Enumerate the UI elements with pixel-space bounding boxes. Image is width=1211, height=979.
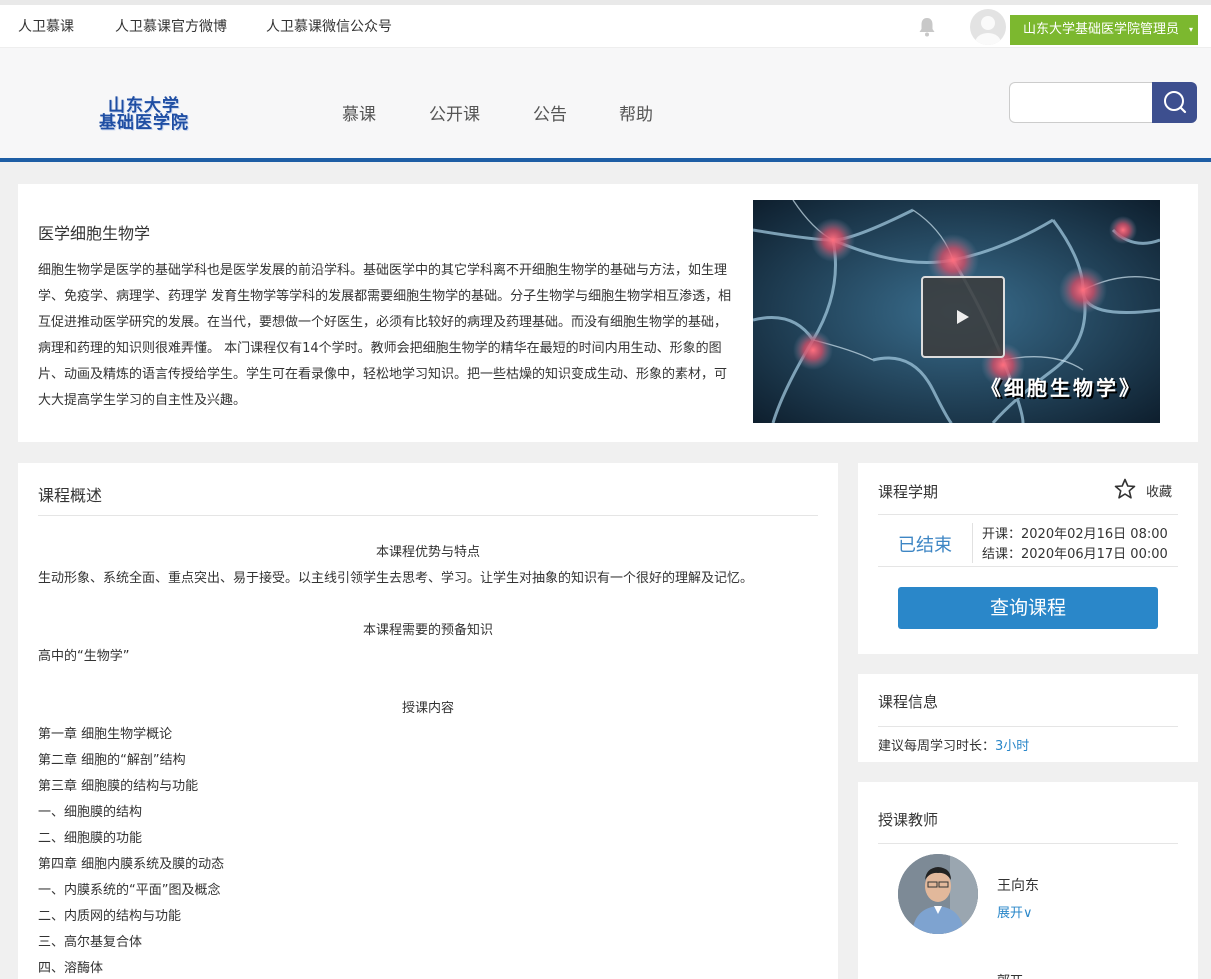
chapter-item: 第三章 细胞膜的结构与功能	[38, 779, 199, 794]
teachers-divider	[878, 843, 1178, 844]
teacher-name: 王向东	[997, 878, 1039, 894]
search-icon	[1164, 91, 1187, 114]
link-renwei-mooc[interactable]: 人卫慕课	[18, 16, 74, 36]
chapter-item: 第一章 细胞生物学概论	[38, 727, 173, 742]
info-divider	[878, 726, 1178, 727]
chapter-item: 一、内膜系统的“平面”图及概念	[38, 883, 221, 898]
link-wechat-account[interactable]: 人卫慕课微信公众号	[266, 16, 392, 36]
course-term-panel: 课程学期 收藏 已结束 开课：2020年02月16日 08:00 结课：2020…	[858, 463, 1198, 654]
teachers-panel: 授课教师 王向东 展开∨ 郭兀	[858, 782, 1198, 979]
term-divider-bottom	[878, 566, 1178, 567]
user-menu-button[interactable]: 山东大学基础医学院管理员 ▾	[1010, 15, 1198, 45]
weekly-study-time: 建议每周学习时长：3小时	[878, 735, 1029, 754]
teachers-title: 授课教师	[878, 811, 939, 829]
teacher-avatar[interactable]	[898, 854, 978, 934]
star-icon	[1114, 478, 1136, 499]
favorite-button[interactable]: 收藏	[1114, 478, 1172, 500]
term-end-time: 结课：2020年06月17日 00:00	[982, 547, 1168, 562]
teacher-expand-link[interactable]: 展开∨	[997, 902, 1033, 921]
caret-down-icon: ▾	[1188, 25, 1193, 34]
chapter-item: 二、内质网的结构与功能	[38, 909, 182, 924]
play-button[interactable]	[921, 276, 1005, 358]
video-caption: 《细胞生物学》	[981, 376, 1142, 400]
course-info-panel: 课程信息 建议每周学习时长：3小时	[858, 674, 1198, 762]
course-overview-panel: 课程概述 本课程优势与特点 生动形象、系统全面、重点突出、易于接受。以主线引领学…	[18, 463, 838, 979]
chapter-item: 四、溶酶体	[38, 961, 104, 976]
overview-divider	[38, 515, 818, 516]
chapter-item: 二、细胞膜的功能	[38, 831, 143, 846]
nav-mooc[interactable]: 慕课	[342, 100, 376, 125]
course-description: 细胞生物学是医学的基础学科也是医学发展的前沿学科。基础医学中的其它学科离不开细胞…	[38, 263, 732, 408]
nav-announcement[interactable]: 公告	[533, 100, 567, 125]
chapter-item: 第二章 细胞的“解剖”结构	[38, 753, 186, 768]
search-input[interactable]	[1009, 82, 1153, 123]
term-divider-top	[878, 514, 1178, 515]
teacher-photo	[898, 854, 978, 934]
overview-title: 课程概述	[38, 486, 103, 505]
site-logo[interactable]: 山东大学 基础医学院	[78, 98, 210, 132]
term-title: 课程学期	[878, 483, 939, 501]
weekly-study-label: 建议每周学习时长：	[878, 739, 996, 754]
bell-icon[interactable]	[918, 17, 936, 37]
next-teacher-name: 郭兀	[997, 970, 1023, 979]
chapter-item: 第四章 细胞内膜系统及膜的动态	[38, 857, 225, 872]
user-avatar[interactable]	[970, 9, 1006, 45]
link-official-weibo[interactable]: 人卫慕课官方微博	[115, 16, 227, 36]
section-text-features: 生动形象、系统全面、重点突出、易于接受。以主线引领学生去思考、学习。让学生对抽象…	[38, 571, 754, 586]
user-name: 山东大学基础医学院管理员	[1023, 22, 1180, 37]
weekly-study-value: 3小时	[995, 739, 1030, 754]
section-text-prereq: 高中的“生物学”	[38, 649, 130, 664]
term-start-time: 开课：2020年02月16日 08:00	[982, 527, 1168, 542]
chapter-item: 三、高尔基复合体	[38, 935, 143, 950]
chapter-item: 一、细胞膜的结构	[38, 805, 143, 820]
top-bar: 人卫慕课 人卫慕课官方微博 人卫慕课微信公众号 山东大学基础医学院管理员 ▾	[0, 0, 1211, 48]
term-status: 已结束	[898, 535, 952, 556]
logo-line-2: 基础医学院	[99, 113, 189, 133]
play-icon	[957, 310, 969, 324]
nav-open-course[interactable]: 公开课	[429, 100, 480, 125]
course-video[interactable]: 《细胞生物学》	[753, 200, 1160, 423]
search-button[interactable]	[1152, 82, 1197, 123]
info-title: 课程信息	[878, 693, 939, 711]
favorite-label: 收藏	[1145, 485, 1172, 500]
site-header: 山东大学 基础医学院 慕课 公开课 公告 帮助	[0, 48, 1211, 160]
header-divider	[0, 158, 1211, 162]
query-course-button[interactable]: 查询课程	[898, 587, 1158, 629]
nav-help[interactable]: 帮助	[619, 100, 653, 125]
term-vertical-divider	[972, 523, 973, 563]
section-heading-features: 本课程优势与特点	[375, 545, 480, 560]
section-heading-prereq: 本课程需要的预备知识	[362, 623, 493, 638]
course-title: 医学细胞生物学	[38, 224, 151, 243]
section-heading-content: 授课内容	[401, 701, 454, 716]
course-intro-card: 医学细胞生物学 细胞生物学是医学的基础学科也是医学发展的前沿学科。基础医学中的其…	[18, 184, 1198, 442]
